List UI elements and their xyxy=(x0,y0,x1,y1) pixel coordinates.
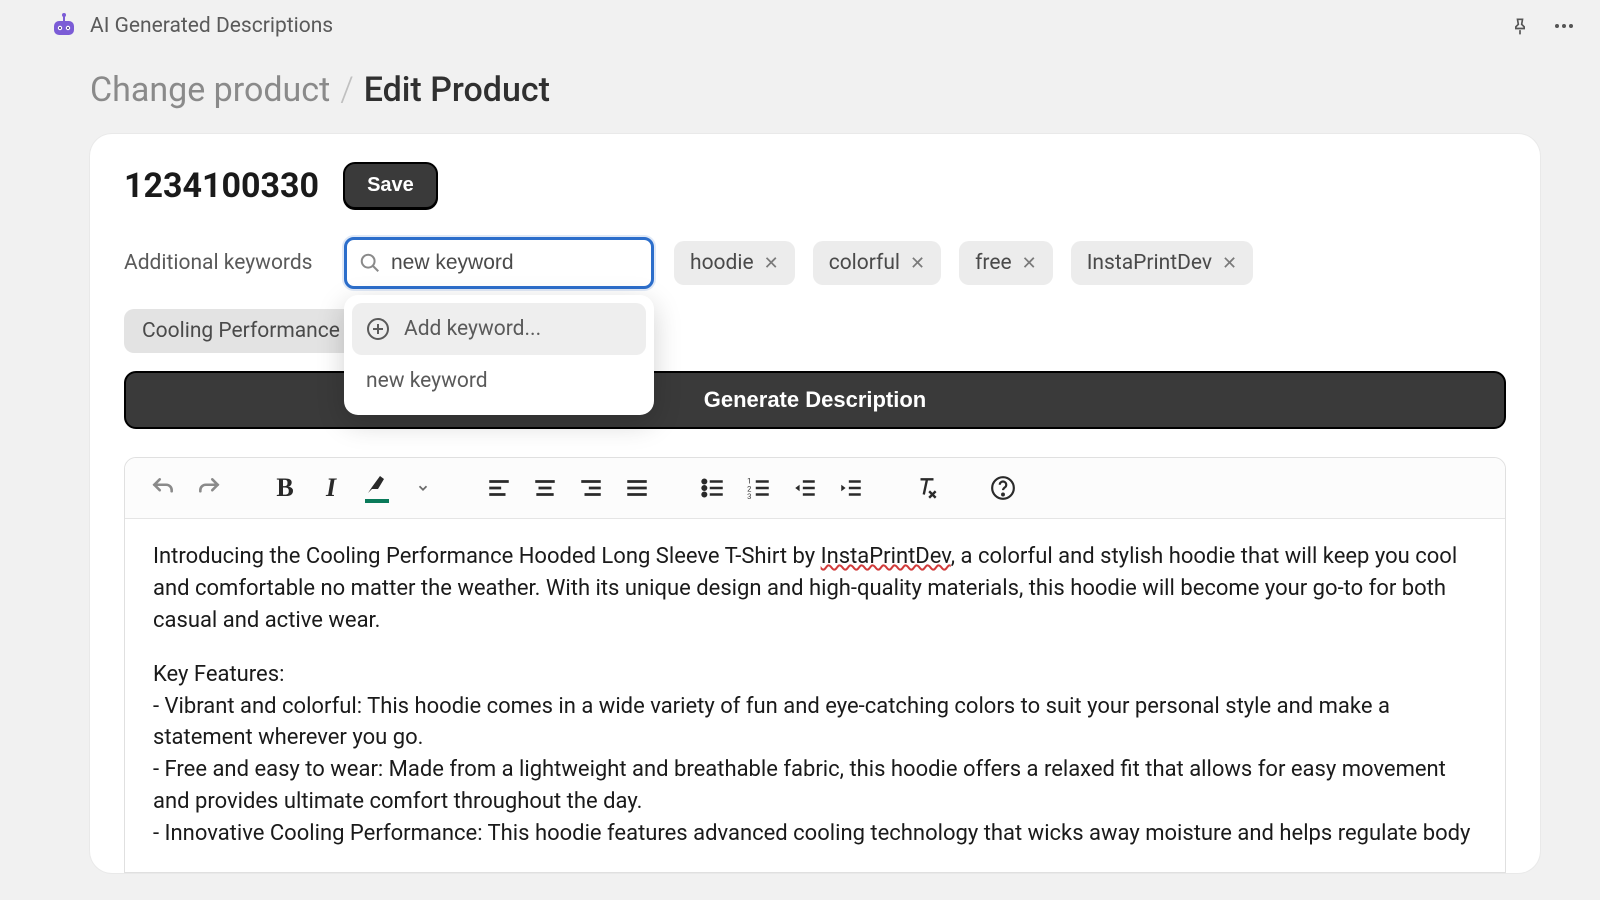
numbered-list-button[interactable]: 123 xyxy=(739,468,779,508)
chip-remove-icon[interactable]: ✕ xyxy=(1222,253,1237,274)
outdent-button[interactable] xyxy=(785,468,825,508)
breadcrumb-previous[interactable]: Change product xyxy=(90,70,330,110)
plus-circle-icon xyxy=(366,317,390,341)
truncated-keyword-chip[interactable]: Cooling Performance Ho xyxy=(124,309,354,353)
save-button[interactable]: Save xyxy=(343,162,438,209)
indent-button[interactable] xyxy=(831,468,871,508)
keyword-chip: colorful ✕ xyxy=(813,241,941,285)
feature-bullet: - Innovative Cooling Performance: This h… xyxy=(153,818,1477,850)
breadcrumb-current: Edit Product xyxy=(364,70,550,110)
editor-content[interactable]: Introducing the Cooling Performance Hood… xyxy=(125,519,1505,872)
top-bar: AI Generated Descriptions xyxy=(30,0,1600,52)
keyword-chip: free ✕ xyxy=(959,241,1053,285)
clear-formatting-button[interactable] xyxy=(907,468,947,508)
pin-button[interactable] xyxy=(1504,10,1536,42)
align-left-button[interactable] xyxy=(479,468,519,508)
rich-text-editor: B I xyxy=(124,457,1506,873)
dropdown-add-keyword[interactable]: Add keyword... xyxy=(352,303,646,355)
dropdown-suggestion[interactable]: new keyword xyxy=(352,355,646,407)
breadcrumb: Change product / Edit Product xyxy=(30,52,1600,134)
help-button[interactable] xyxy=(983,468,1023,508)
dropdown-add-label: Add keyword... xyxy=(404,317,541,341)
align-justify-button[interactable] xyxy=(617,468,657,508)
robot-icon xyxy=(50,12,78,40)
align-right-button[interactable] xyxy=(571,468,611,508)
editor-toolbar: B I xyxy=(125,458,1505,519)
bullet-list-button[interactable] xyxy=(693,468,733,508)
undo-button[interactable] xyxy=(143,468,183,508)
spellcheck-word: InstaPrintDev xyxy=(821,544,951,569)
keyword-input[interactable] xyxy=(391,251,662,275)
product-id: 1234100330 xyxy=(124,166,319,206)
svg-text:3: 3 xyxy=(747,492,751,501)
chip-remove-icon[interactable]: ✕ xyxy=(910,253,925,274)
feature-bullet: - Free and easy to wear: Made from a lig… xyxy=(153,754,1477,818)
chip-remove-icon[interactable]: ✕ xyxy=(1022,253,1037,274)
breadcrumb-separator: / xyxy=(340,70,354,110)
generate-description-button[interactable]: Generate Description xyxy=(124,371,1506,429)
feature-bullet: - Vibrant and colorful: This hoodie come… xyxy=(153,691,1477,755)
description-paragraph: Introducing the Cooling Performance Hood… xyxy=(153,541,1477,637)
highlight-color-button[interactable] xyxy=(357,468,397,508)
keyword-dropdown: Add keyword... new keyword xyxy=(344,295,654,415)
keyword-chip: InstaPrintDev ✕ xyxy=(1071,241,1253,285)
left-gutter xyxy=(0,0,30,900)
search-icon xyxy=(359,252,381,274)
color-dropdown-button[interactable] xyxy=(403,468,443,508)
app-title: AI Generated Descriptions xyxy=(90,14,333,38)
more-menu-button[interactable] xyxy=(1548,10,1580,42)
italic-button[interactable]: I xyxy=(311,468,351,508)
keywords-label: Additional keywords xyxy=(124,251,324,275)
product-card: 1234100330 Save Additional keywords xyxy=(90,134,1540,873)
bold-button[interactable]: B xyxy=(265,468,305,508)
keyword-chip: hoodie ✕ xyxy=(674,241,795,285)
align-center-button[interactable] xyxy=(525,468,565,508)
keyword-search-box[interactable] xyxy=(344,237,654,289)
features-heading: Key Features: xyxy=(153,659,1477,691)
redo-button[interactable] xyxy=(189,468,229,508)
chip-remove-icon[interactable]: ✕ xyxy=(764,253,779,274)
keyword-chips: hoodie ✕ colorful ✕ free ✕ InstaPrintD xyxy=(674,241,1253,285)
